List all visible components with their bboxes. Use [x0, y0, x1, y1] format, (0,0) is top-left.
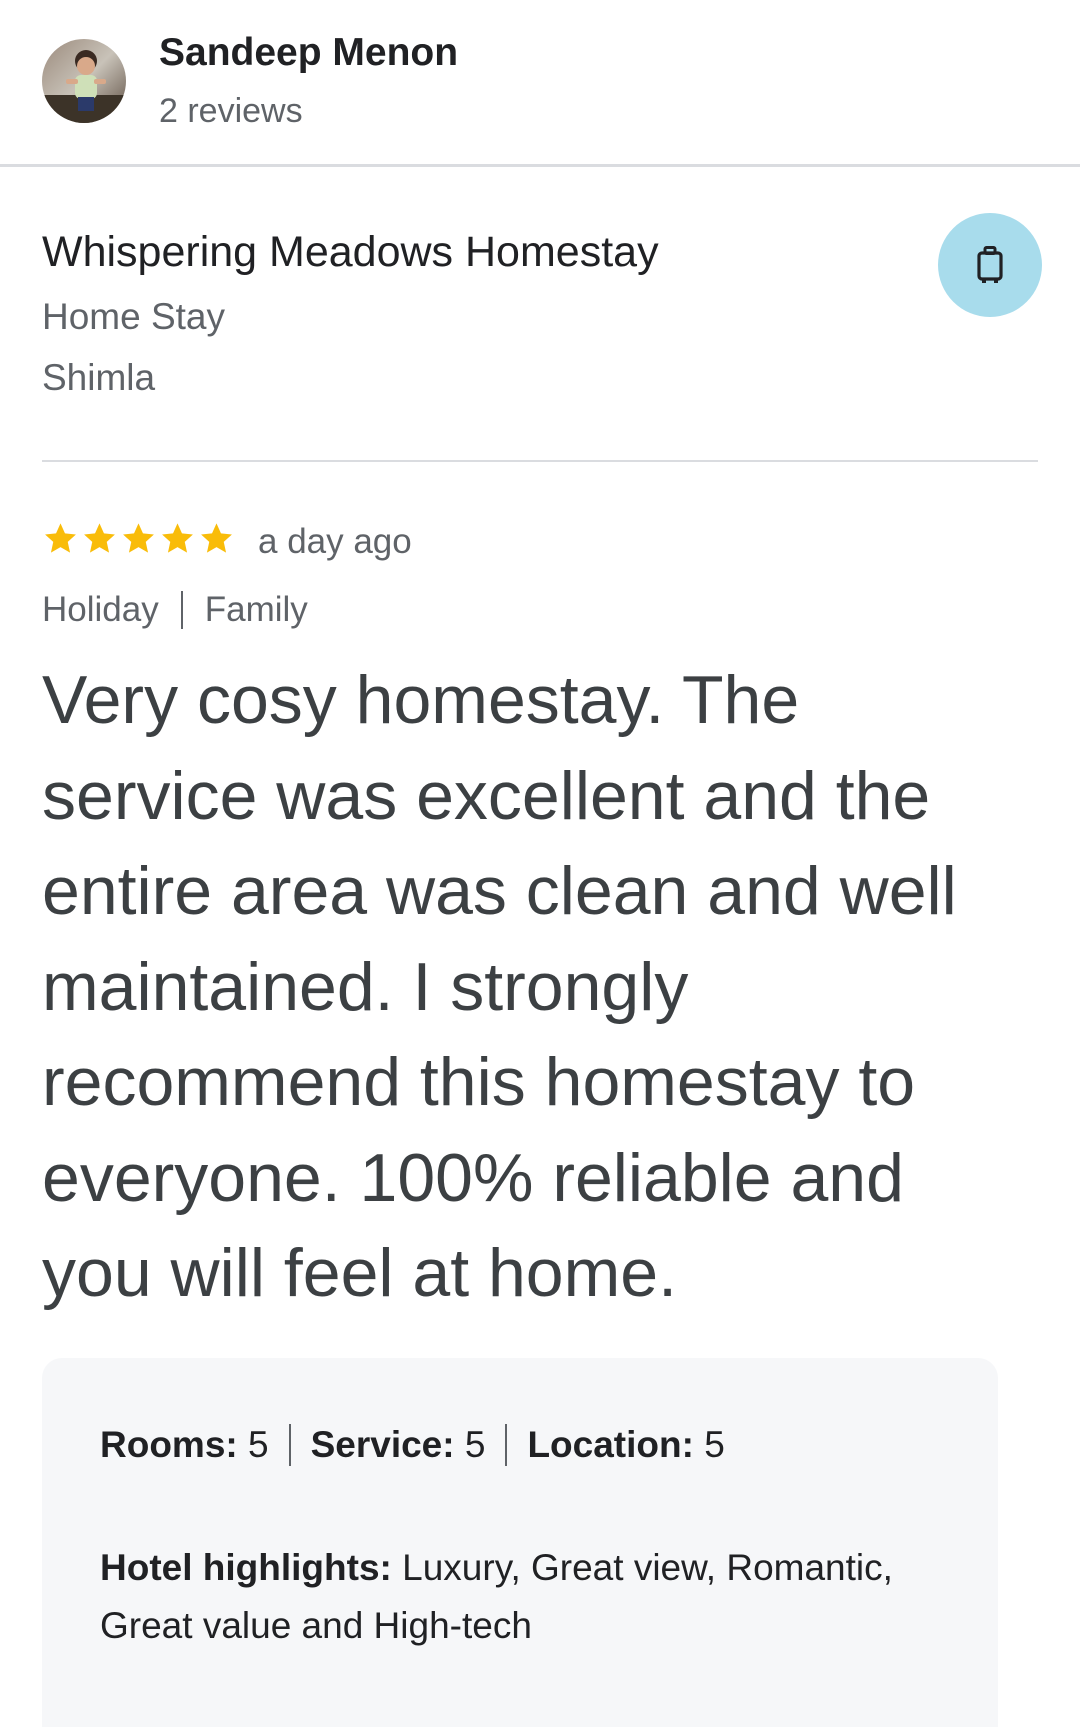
rating-separator: [288, 1424, 291, 1466]
review-text: Very cosy homestay. The service was exce…: [42, 662, 957, 1311]
star-filled-icon: [45, 523, 76, 553]
star-rating: [42, 520, 235, 566]
sub-rating-rooms: Rooms: 5: [100, 1424, 269, 1466]
header-divider: [0, 164, 1080, 167]
place-category-button[interactable]: [938, 213, 1042, 317]
place-location: Shimla: [42, 357, 156, 398]
luggage-icon: [977, 246, 1003, 283]
reviewer-review-count: 2 reviews: [159, 92, 303, 130]
sub-rating-location: Location: 5: [527, 1424, 724, 1466]
avatar-image: [42, 39, 126, 123]
star-filled-icon: [201, 523, 232, 553]
review-tags: Holiday Family: [42, 590, 308, 630]
tag-travel-group: Family: [204, 590, 308, 629]
sub-rating-value: 5: [464, 1424, 486, 1465]
ratings-card: Rooms: 5 Service: 5 Location: 5 Hotel hi…: [42, 1358, 998, 1727]
reviewer-name[interactable]: Sandeep Menon: [159, 31, 458, 75]
sub-rating-label: Service:: [310, 1424, 455, 1465]
sub-rating-label: Location:: [527, 1424, 694, 1465]
star-filled-icon: [84, 523, 115, 553]
star-filled-icon: [162, 523, 193, 553]
sub-rating-label: Rooms:: [100, 1424, 238, 1465]
star-filled-icon: [123, 523, 154, 553]
tag-trip-type: Holiday: [42, 590, 159, 629]
place-type: Home Stay: [42, 296, 226, 337]
highlights-label: Hotel highlights:: [100, 1547, 392, 1588]
avatar[interactable]: [42, 39, 126, 123]
sub-rating-service: Service: 5: [311, 1424, 486, 1466]
review-time: a day ago: [258, 522, 412, 561]
hotel-highlights: Hotel highlights: Luxury, Great view, Ro…: [100, 1539, 960, 1655]
tag-separator: [180, 591, 183, 629]
place-divider: [42, 460, 1038, 462]
place-name[interactable]: Whispering Meadows Homestay: [42, 228, 659, 277]
sub-rating-value: 5: [704, 1424, 725, 1465]
sub-ratings: Rooms: 5 Service: 5 Location: 5: [100, 1424, 725, 1466]
reviewer-header[interactable]: Sandeep Menon 2 reviews: [0, 0, 1080, 166]
sub-rating-value: 5: [248, 1424, 269, 1465]
rating-separator: [505, 1424, 508, 1466]
